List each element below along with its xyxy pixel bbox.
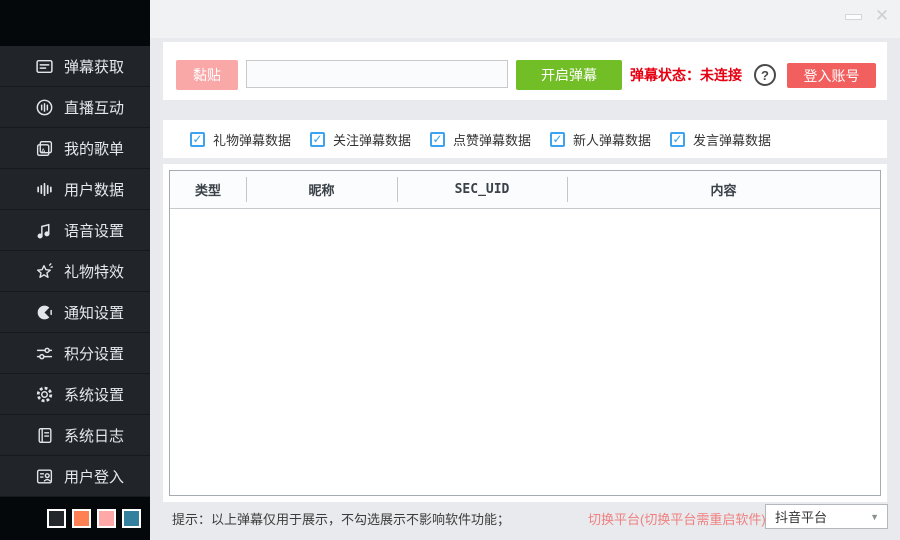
gift-effects-icon (35, 262, 54, 281)
sidebar-item-user-data[interactable]: 用户数据 (0, 169, 150, 210)
platform-select[interactable]: 抖音平台 (765, 504, 888, 529)
checkbox-checked-icon[interactable] (310, 132, 325, 147)
sidebar-item-label: 用户数据 (64, 179, 124, 200)
svg-text:A: A (41, 146, 46, 155)
filter-chat-danmaku[interactable]: 发言弹幕数据 (670, 120, 771, 158)
column-header-type: 类型 (170, 171, 246, 208)
danmaku-table-panel: 类型 昵称 SEC_UID 内容 (163, 164, 887, 502)
sidebar-menu: 弹幕获取 直播互动 A 我的歌单 (0, 46, 150, 497)
room-url-input[interactable] (246, 60, 508, 88)
sidebar-logo-area (0, 0, 150, 46)
theme-swatch-orange[interactable] (72, 509, 91, 528)
sidebar-item-label: 系统日志 (64, 425, 124, 446)
sidebar-item-label: 系统设置 (64, 384, 124, 405)
sidebar-item-voice-settings[interactable]: 语音设置 (0, 210, 150, 251)
platform-select-value: 抖音平台 (775, 507, 827, 526)
table-header: 类型 昵称 SEC_UID 内容 (170, 171, 880, 209)
danmaku-status: 弹幕状态：未连接 (630, 60, 742, 90)
column-header-content: 内容 (567, 171, 880, 208)
sidebar-item-user-login[interactable]: 用户登入 (0, 456, 150, 497)
sidebar-item-label: 语音设置 (64, 220, 124, 241)
column-header-sec-uid: SEC_UID (397, 171, 567, 208)
filter-gift-danmaku[interactable]: 礼物弹幕数据 (190, 120, 291, 158)
sidebar-item-system-log[interactable]: 系统日志 (0, 415, 150, 456)
live-interact-icon (35, 98, 54, 117)
playlist-icon: A (35, 139, 54, 158)
filter-label: 关注弹幕数据 (333, 130, 411, 149)
checkbox-checked-icon[interactable] (550, 132, 565, 147)
sidebar-item-gift-effects[interactable]: 礼物特效 (0, 251, 150, 292)
sidebar-item-live-interact[interactable]: 直播互动 (0, 87, 150, 128)
user-login-icon (35, 467, 54, 486)
checkbox-checked-icon[interactable] (430, 132, 445, 147)
sidebar-item-system-settings[interactable]: 系统设置 (0, 374, 150, 415)
footer-tip-text: 提示：以上弹幕仅用于展示，不勾选展示不影响软件功能； (172, 509, 510, 528)
checkbox-checked-icon[interactable] (670, 132, 685, 147)
titlebar: ✕ (150, 0, 900, 38)
notification-icon (35, 303, 54, 322)
filter-label: 礼物弹幕数据 (213, 130, 291, 149)
sidebar-item-label: 弹幕获取 (64, 56, 124, 77)
points-icon (35, 344, 54, 363)
sidebar-item-label: 礼物特效 (64, 261, 124, 282)
sidebar-item-label: 通知设置 (64, 302, 124, 323)
close-button[interactable]: ✕ (873, 5, 891, 27)
sidebar-item-notification-settings[interactable]: 通知设置 (0, 292, 150, 333)
voice-settings-icon (35, 221, 54, 240)
minimize-button[interactable] (845, 14, 862, 20)
sidebar-item-playlist[interactable]: A 我的歌单 (0, 128, 150, 169)
paste-button[interactable]: 黏贴 (176, 60, 238, 90)
sidebar: 弹幕获取 直播互动 A 我的歌单 (0, 0, 150, 540)
danmaku-table: 类型 昵称 SEC_UID 内容 (169, 170, 881, 496)
user-data-icon (35, 180, 54, 199)
sidebar-item-label: 用户登入 (64, 466, 124, 487)
checkbox-checked-icon[interactable] (190, 132, 205, 147)
gear-icon (35, 385, 54, 404)
switch-platform-link[interactable]: 切换平台(切换平台需重启软件) (588, 509, 766, 528)
filter-label: 新人弹幕数据 (573, 130, 651, 149)
filter-label: 发言弹幕数据 (693, 130, 771, 149)
table-body[interactable] (170, 209, 880, 495)
filter-follow-danmaku[interactable]: 关注弹幕数据 (310, 120, 411, 158)
filter-label: 点赞弹幕数据 (453, 130, 531, 149)
theme-swatch-bar (0, 497, 150, 540)
filter-newcomer-danmaku[interactable]: 新人弹幕数据 (550, 120, 651, 158)
filter-panel: 礼物弹幕数据 关注弹幕数据 点赞弹幕数据 新人弹幕数据 发言弹幕数据 (163, 120, 887, 158)
app-window: 弹幕获取 直播互动 A 我的歌单 (0, 0, 900, 540)
log-icon (35, 426, 54, 445)
start-danmaku-button[interactable]: 开启弹幕 (516, 60, 622, 90)
theme-swatch-dark[interactable] (47, 509, 66, 528)
sidebar-item-points-settings[interactable]: 积分设置 (0, 333, 150, 374)
sidebar-item-danmaku-fetch[interactable]: 弹幕获取 (0, 46, 150, 87)
danmaku-fetch-icon (35, 57, 54, 76)
sidebar-item-label: 直播互动 (64, 97, 124, 118)
login-account-button[interactable]: 登入账号 (787, 63, 876, 88)
theme-swatch-pink[interactable] (97, 509, 116, 528)
sidebar-item-label: 我的歌单 (64, 138, 124, 159)
help-icon[interactable]: ? (754, 64, 776, 86)
theme-swatch-teal[interactable] (122, 509, 141, 528)
column-header-nickname: 昵称 (246, 171, 397, 208)
filter-like-danmaku[interactable]: 点赞弹幕数据 (430, 120, 531, 158)
connection-panel: 黏贴 开启弹幕 弹幕状态：未连接 ? 登入账号 (163, 42, 887, 100)
sidebar-item-label: 积分设置 (64, 343, 124, 364)
